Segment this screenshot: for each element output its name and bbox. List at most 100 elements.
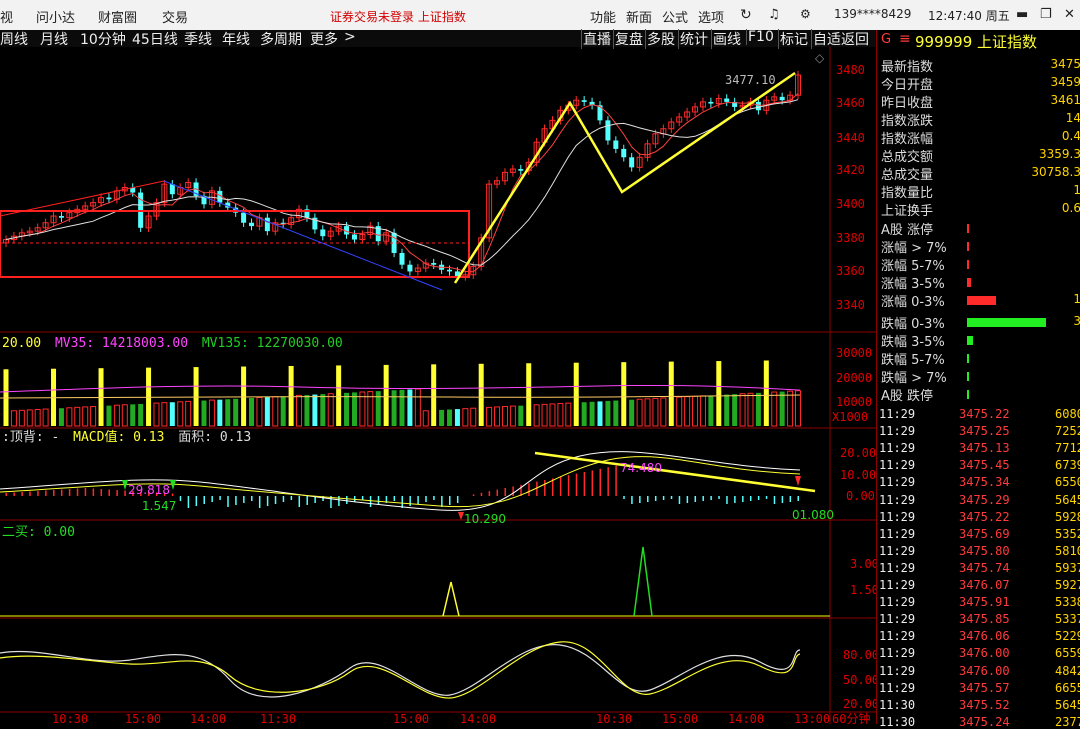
period-more[interactable]: 更多 [310,29,338,49]
macd-hist-bar [559,476,562,496]
signal-legend: 二买: 0.00 [2,525,75,540]
btn-draw[interactable]: 画线 [711,29,741,49]
menu-item-wenxiaoda[interactable]: 问小达 [36,7,75,26]
volume-bar [249,397,255,426]
btn-adaptive-back[interactable]: 自适返回 [811,29,869,49]
btn-live[interactable]: 直播 [581,29,611,49]
macd-hist-bar [797,496,799,501]
macd-hist-bar [76,488,79,496]
tick-time: 11:30 [879,714,916,729]
btn-f10[interactable]: F10 [746,29,774,45]
macd-hist-bar [21,492,23,496]
volume-bar [138,403,144,426]
period-quarterly[interactable]: 季线 [184,29,212,49]
volume-bar [668,361,674,426]
tick-row: 11:29 3476.00 4842 [879,664,1080,678]
dist-row[interactable]: A股 跌停 [881,385,1080,404]
dist-label: 跌幅 0-3% [881,317,945,332]
quote-value: 3461 [1050,93,1080,107]
x-tick-2: 14:00 [190,712,226,724]
dist-row[interactable]: A股 涨停 [881,219,1080,238]
dist-row[interactable]: 跌幅 0-3% 3 [881,313,1080,332]
macd-hist-bar [203,496,205,504]
period-weekly[interactable]: 周线 [0,29,28,49]
refresh-icon[interactable]: ↻ [740,7,752,23]
volume-bar [699,395,706,427]
x-tick-6: 10:30 [596,712,632,724]
dist-row[interactable]: 涨幅 5-7% [881,255,1080,274]
menu-item-formula[interactable]: 公式 [662,7,688,26]
volume-bar [613,400,619,426]
panel-grid [0,47,876,724]
btn-mark[interactable]: 标记 [778,29,808,49]
volume-bar [541,403,548,427]
macd-tick-10: 10.00 [840,468,876,482]
menu-item-view[interactable]: 视 [0,7,13,26]
tick-volume: 6550 [1055,475,1080,490]
x-tick-7: 15:00 [662,712,698,724]
account-label[interactable]: 139****8429 [834,7,911,21]
menu-item-wealth-circle[interactable]: 财富圈 [98,7,137,26]
volume-bar [121,404,128,427]
menu-icon[interactable]: ≡ [899,31,911,47]
menu-item-function[interactable]: 功能 [590,7,616,26]
tick-price: 3475.34 [959,475,1010,490]
macd-hist-bar [591,470,594,496]
period-10min[interactable]: 10分钟 [80,29,126,49]
restore-icon[interactable]: ❐ [1040,7,1052,22]
dist-row[interactable]: 跌幅 5-7% [881,349,1080,368]
btn-stats[interactable]: 统计 [678,29,708,49]
volume-bar [509,405,516,427]
period-45day[interactable]: 45日线 [132,29,178,49]
macd-hist-bar [171,493,174,496]
stock-chart[interactable]: 3480 3460 3440 3420 3400 3380 3360 3340 … [0,47,876,724]
tick-row: 11:29 3476.06 5229 [879,629,1080,643]
quote-label: 指数涨幅 [881,132,934,147]
tick-time: 11:29 [879,595,916,610]
period-yearly[interactable]: 年线 [222,29,250,49]
volume-bar [399,389,405,426]
tick-row: 11:29 3475.74 5937 [879,561,1080,575]
volume-bar [312,394,318,426]
dist-row[interactable]: 涨幅 0-3% 1 [881,291,1080,310]
quote-value: 1 [1073,183,1080,197]
sync-icon[interactable]: ⚙ [800,7,811,21]
macd-hist-bar [441,496,443,507]
btn-review[interactable]: 复盘 [613,29,643,49]
dist-row[interactable]: 涨幅 > 7% [881,237,1080,256]
volume-bar [771,391,778,427]
quote-label: 最新指数 [881,60,934,75]
tick-price: 3475.45 [959,458,1010,473]
btn-multi-stock[interactable]: 多股 [645,29,675,49]
volume-bar [755,392,761,426]
period-multi[interactable]: 多周期 [260,29,302,49]
macd-hist-bar [346,496,348,504]
dist-bar [967,278,972,287]
bell-icon[interactable]: ♫ [768,7,780,22]
chevron-right-icon[interactable]: > [344,29,356,45]
dist-row[interactable]: 涨幅 3-5% [881,273,1080,292]
period-monthly[interactable]: 月线 [40,29,68,49]
macd-hist-bar [100,489,103,496]
menu-item-new-page[interactable]: 新面 [626,7,652,26]
minimize-icon[interactable]: ▬ [1016,7,1028,22]
macd-hist-bar [504,488,506,496]
volume-bar [597,401,603,426]
signal-spike [442,581,460,617]
volume-bar [708,395,714,426]
menu-item-options[interactable]: 选项 [698,7,724,26]
tick-row: 11:29 3475.85 5337 [879,612,1080,626]
candle-body [399,252,405,265]
dist-row[interactable]: 跌幅 3-5% [881,331,1080,350]
volume-bar [256,397,263,427]
collapse-icon[interactable]: ◇ [815,51,825,65]
tick-time: 11:29 [879,441,916,456]
menu-item-trade[interactable]: 交易 [162,7,188,26]
dist-bar [967,336,973,345]
volume-bar [652,397,659,427]
quote-row: 指数涨跌 14 [881,110,1080,129]
close-icon[interactable]: ✕ [1064,7,1075,22]
volume-bar [241,366,247,426]
volume-bar [153,402,160,427]
dist-row[interactable]: 跌幅 > 7% [881,367,1080,386]
